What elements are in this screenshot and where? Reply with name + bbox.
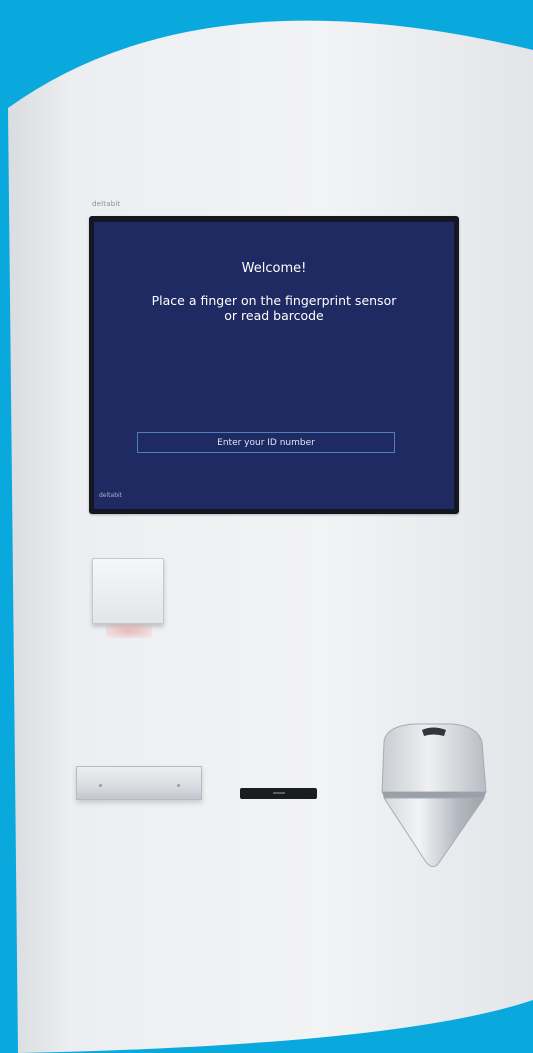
fingerprint-sensor[interactable] [92,558,164,624]
instruction-line-2: or read barcode [224,308,324,323]
card-dispenser-slot[interactable] [76,766,202,800]
brand-label-screen: deltabit [99,492,123,499]
brand-label-top: deltabit [92,200,121,208]
screw-icon [99,784,102,787]
kiosk-panel [8,20,533,1053]
instruction-line-1: Place a finger on the fingerprint sensor [151,293,397,308]
card-reader-indicator [273,792,285,794]
touchscreen[interactable]: Welcome! Place a finger on the fingerpri… [94,222,454,509]
id-number-input[interactable] [137,432,395,453]
instruction-text: Place a finger on the fingerprint sensor… [94,293,454,323]
screw-icon [177,784,180,787]
welcome-heading: Welcome! [241,261,307,276]
kiosk-photo: deltabit Welcome! Place a finger on the … [0,0,533,1053]
fingerprint-sensor-light [106,624,152,638]
card-reader-slot[interactable] [240,788,317,799]
barcode-scanner[interactable] [374,722,492,870]
touchscreen-bezel: Welcome! Place a finger on the fingerpri… [89,216,459,514]
